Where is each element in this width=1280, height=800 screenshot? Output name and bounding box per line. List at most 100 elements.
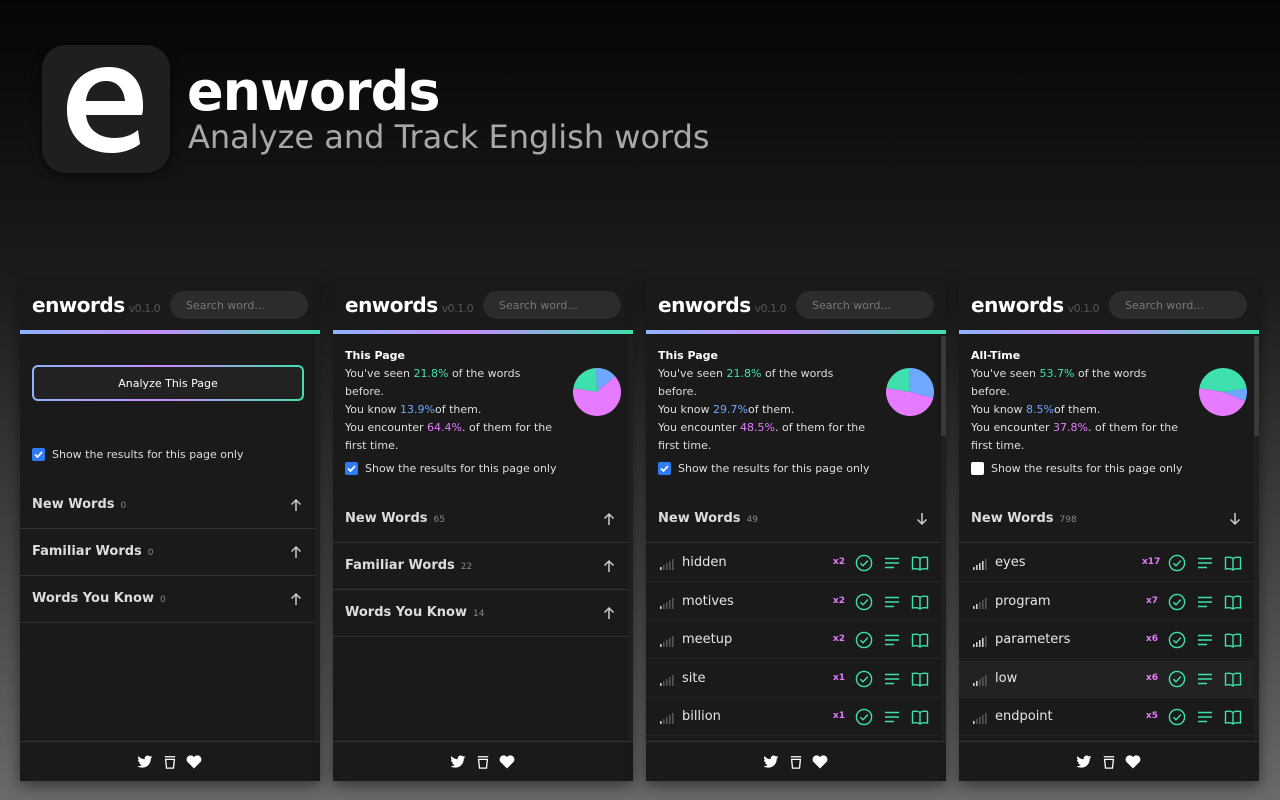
examples-lines-icon[interactable] <box>1196 631 1214 649</box>
know-percent: 13.9% <box>400 403 435 416</box>
examples-lines-icon[interactable] <box>1196 593 1214 611</box>
arrow-up-icon[interactable] <box>603 559 615 573</box>
word-row[interactable]: endpoint x5 <box>959 698 1254 737</box>
arrow-down-icon[interactable] <box>916 512 928 526</box>
cup-icon[interactable] <box>475 755 491 769</box>
mark-known-check-icon[interactable] <box>1168 554 1186 572</box>
section-new-words[interactable]: New Words 0 <box>20 482 320 529</box>
examples-lines-icon[interactable] <box>1196 554 1214 572</box>
heart-icon[interactable] <box>499 755 515 769</box>
dictionary-book-icon[interactable] <box>911 593 929 611</box>
word-text: low <box>995 670 1018 686</box>
examples-lines-icon[interactable] <box>883 593 901 611</box>
section-words-you-know[interactable]: Words You Know 14 <box>333 590 633 637</box>
mark-known-check-icon[interactable] <box>855 631 873 649</box>
dictionary-book-icon[interactable] <box>1224 631 1242 649</box>
mark-known-check-icon[interactable] <box>855 670 873 688</box>
page-only-toggle[interactable]: Show the results for this page only <box>32 448 244 461</box>
scrollbar-thumb[interactable] <box>1254 336 1259 436</box>
section-words-you-know[interactable]: Words You Know 0 <box>20 576 320 623</box>
section-title: New Words <box>658 511 741 526</box>
arrow-up-icon[interactable] <box>603 512 615 526</box>
arrow-up-icon[interactable] <box>603 606 615 620</box>
mark-known-check-icon[interactable] <box>1168 670 1186 688</box>
arrow-up-icon[interactable] <box>290 592 302 606</box>
dictionary-book-icon[interactable] <box>911 631 929 649</box>
arrow-down-icon[interactable] <box>1229 512 1241 526</box>
checkbox[interactable] <box>971 462 984 475</box>
examples-lines-icon[interactable] <box>1196 708 1214 726</box>
page-only-toggle[interactable]: Show the results for this page only <box>658 462 870 475</box>
brand: enwords v0.1.0 <box>345 293 474 317</box>
checkbox-label: Show the results for this page only <box>678 462 870 475</box>
dictionary-book-icon[interactable] <box>1224 670 1242 688</box>
search-input[interactable] <box>483 291 621 319</box>
cup-icon[interactable] <box>788 755 804 769</box>
heart-icon[interactable] <box>1125 755 1141 769</box>
word-row[interactable]: billion x1 <box>646 698 941 737</box>
twitter-icon[interactable] <box>450 755 466 769</box>
examples-lines-icon[interactable] <box>1196 670 1214 688</box>
word-row[interactable]: program x7 <box>959 583 1254 621</box>
word-frequency: x2 <box>832 595 845 606</box>
cup-icon[interactable] <box>1101 755 1117 769</box>
section-title: New Words <box>32 497 115 512</box>
search-input[interactable] <box>796 291 934 319</box>
examples-lines-icon[interactable] <box>883 631 901 649</box>
examples-lines-icon[interactable] <box>883 708 901 726</box>
frequency-bars-icon <box>973 559 987 570</box>
examples-lines-icon[interactable] <box>883 554 901 572</box>
examples-lines-icon[interactable] <box>883 670 901 688</box>
heart-icon[interactable] <box>812 755 828 769</box>
section-familiar-words[interactable]: Familiar Words 0 <box>20 529 320 576</box>
page-only-toggle[interactable]: Show the results for this page only <box>345 462 557 475</box>
word-text: program <box>995 593 1051 609</box>
scrollbar-thumb[interactable] <box>941 336 946 436</box>
scrollbar[interactable] <box>1254 336 1259 741</box>
word-row[interactable]: eyes x17 <box>959 544 1254 582</box>
word-row[interactable]: hidden x2 <box>646 544 941 582</box>
word-row[interactable]: motives x2 <box>646 583 941 621</box>
section-new-words[interactable]: New Words 65 <box>333 496 633 543</box>
twitter-icon[interactable] <box>1076 755 1092 769</box>
search-input[interactable] <box>1109 291 1247 319</box>
dictionary-book-icon[interactable] <box>1224 708 1242 726</box>
checkbox[interactable] <box>345 462 358 475</box>
mark-known-check-icon[interactable] <box>1168 593 1186 611</box>
dictionary-book-icon[interactable] <box>911 670 929 688</box>
word-row[interactable]: low x6 <box>959 659 1254 698</box>
mark-known-check-icon[interactable] <box>1168 631 1186 649</box>
panel-footer <box>646 741 946 781</box>
mark-known-check-icon[interactable] <box>855 708 873 726</box>
cup-icon[interactable] <box>162 755 178 769</box>
first-time-percent: 37.8% <box>1053 421 1088 434</box>
analyze-page-button[interactable]: Analyze This Page <box>32 365 304 401</box>
arrow-up-icon[interactable] <box>290 498 302 512</box>
scrollbar[interactable] <box>941 336 946 741</box>
word-row[interactable]: parameters x6 <box>959 621 1254 660</box>
twitter-icon[interactable] <box>763 755 779 769</box>
dictionary-book-icon[interactable] <box>1224 554 1242 572</box>
word-row[interactable]: meetup x2 <box>646 621 941 660</box>
dictionary-book-icon[interactable] <box>911 708 929 726</box>
mark-known-check-icon[interactable] <box>855 554 873 572</box>
checkbox[interactable] <box>32 448 45 461</box>
checkbox[interactable] <box>658 462 671 475</box>
panel-header: enwords v0.1.0 <box>646 281 946 334</box>
dictionary-book-icon[interactable] <box>1224 593 1242 611</box>
page-only-toggle[interactable]: Show the results for this page only <box>971 462 1183 475</box>
word-row[interactable]: site x1 <box>646 660 941 698</box>
section-new-words[interactable]: New Words 49 <box>646 496 946 543</box>
brand: enwords v0.1.0 <box>971 293 1100 317</box>
twitter-icon[interactable] <box>137 755 153 769</box>
heart-icon[interactable] <box>186 755 202 769</box>
mark-known-check-icon[interactable] <box>1168 708 1186 726</box>
scrollbar[interactable] <box>628 336 633 741</box>
scrollbar[interactable] <box>315 336 320 741</box>
search-input[interactable] <box>170 291 308 319</box>
mark-known-check-icon[interactable] <box>855 593 873 611</box>
dictionary-book-icon[interactable] <box>911 554 929 572</box>
arrow-up-icon[interactable] <box>290 545 302 559</box>
section-new-words[interactable]: New Words 798 <box>959 496 1259 543</box>
section-familiar-words[interactable]: Familiar Words 22 <box>333 543 633 590</box>
